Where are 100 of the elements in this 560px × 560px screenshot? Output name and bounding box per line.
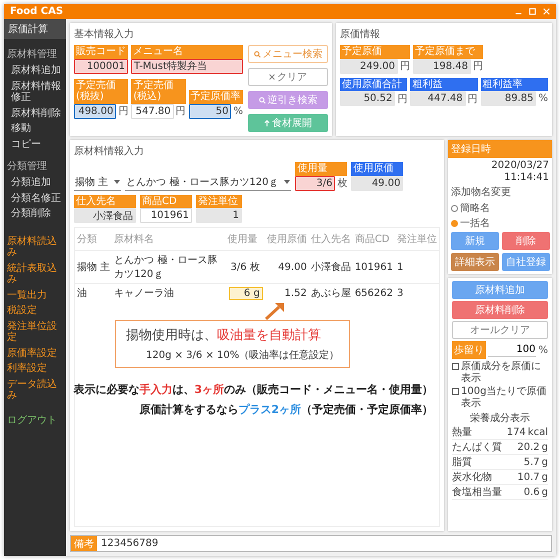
unit-label: 円: [118, 105, 128, 118]
table-cell: 1: [395, 250, 439, 284]
field-label: 備考: [71, 536, 97, 551]
unit-label: 円: [468, 92, 478, 106]
table-cell: 1.52: [264, 284, 309, 302]
field-label: 仕入先名: [74, 194, 136, 208]
table-cell: あぶら屋: [308, 284, 353, 302]
card-title: 原価情報: [340, 28, 381, 41]
field-label: 歩留り: [452, 341, 486, 359]
nutrient-name: 食塩相当量: [452, 487, 502, 499]
value-field[interactable]: 547.80: [131, 104, 174, 118]
value-field[interactable]: 100001: [74, 58, 128, 74]
checkbox-option[interactable]: 100g当たりで原価表示: [452, 386, 548, 409]
radio-option[interactable]: 一括名: [451, 216, 549, 230]
nutrient-value: 10.7: [517, 472, 540, 484]
close-icon: [269, 74, 275, 80]
nutrient-name: たんぱく質: [452, 442, 502, 454]
sidebar-link[interactable]: 原価率設定: [4, 346, 66, 360]
value-field[interactable]: 101961: [140, 208, 192, 223]
sidebar-item[interactable]: 原材料情報修正: [4, 80, 66, 104]
caret-icon: [284, 180, 290, 184]
table-cell: 小澤食品: [308, 250, 353, 284]
checkbox-option[interactable]: 原価成分を原価に表示: [452, 361, 548, 384]
nutrient-value: 0.6: [524, 487, 540, 499]
sidebar-item[interactable]: 移動: [4, 122, 66, 136]
logout-link[interactable]: ログアウト: [4, 404, 66, 426]
sidebar-group-title: 原材料管理: [6, 48, 58, 62]
sidebar-link[interactable]: 統計表取込み: [4, 262, 66, 286]
field-label: 発注単位: [196, 194, 242, 208]
nutrition-title: 栄養成分表示: [469, 412, 531, 425]
column-header: 商品CD: [352, 228, 395, 250]
action-button[interactable]: オールクリア: [452, 321, 548, 339]
ingredient-select[interactable]: とんかつ 極・ロース豚カツ120ｇ: [125, 174, 292, 190]
unit-label: 枚: [337, 176, 348, 190]
note-text: 原価計算をするならプラス2ヶ所（予定売価・予定原価率）: [139, 402, 433, 417]
unit-label: %: [538, 93, 548, 104]
table-cell: 101961: [352, 250, 395, 284]
unit-label: kcal: [528, 427, 548, 439]
category-select[interactable]: 揚物 主: [74, 174, 122, 190]
table-cell: 49.00: [264, 250, 309, 284]
sidebar-link[interactable]: 原材料読込み: [4, 234, 66, 260]
nutrient-name: 脂質: [452, 457, 472, 469]
value-field[interactable]: 50: [188, 104, 232, 118]
additive-label: 添加物名変更: [450, 186, 512, 199]
column-header: 分類: [75, 228, 112, 250]
caret-icon: [114, 180, 120, 184]
value-field: 198.48: [413, 58, 471, 74]
field-label: 予定原価率: [188, 90, 243, 104]
sidebar-link[interactable]: 一覧出力: [4, 288, 66, 302]
column-header: 仕入先名: [308, 228, 353, 250]
field-label: 予定売価(税込): [131, 78, 186, 104]
sidebar-item[interactable]: 原材料追加: [4, 64, 66, 78]
sidebar-item[interactable]: 原材料削除: [4, 106, 66, 120]
sidebar-link[interactable]: 税設定: [4, 304, 66, 318]
unit-label: 円: [473, 60, 483, 73]
maximize-icon[interactable]: [529, 8, 536, 15]
sidebar-item[interactable]: 分類名修正: [4, 192, 66, 205]
sidebar-link[interactable]: 発注単位設定: [4, 320, 66, 344]
field-label: 登録日時: [448, 140, 552, 158]
nutrient-value: 5.7: [524, 457, 540, 469]
sidebar-group-title: 分類管理: [6, 160, 48, 174]
unit-label: %: [538, 344, 548, 356]
field-label: 使用原価合計: [340, 78, 408, 91]
sidebar-item[interactable]: 分類追加: [4, 176, 66, 190]
column-header: 発注単位: [395, 228, 439, 250]
table-cell: 6 g: [226, 284, 265, 302]
action-button[interactable]: クリア: [248, 68, 328, 86]
remarks-field[interactable]: 備考 123456789: [70, 535, 552, 552]
sidebar-link[interactable]: データ読込み: [4, 378, 66, 402]
note-text: 表示に必要な手入力は、3ヶ所のみ（販売コード・メニュー名・使用量）: [73, 382, 433, 397]
unit-label: 円: [400, 60, 410, 73]
table-cell: とんかつ 極・ロース豚カツ120ｇ: [112, 250, 226, 284]
formula-text: 120g × 3/6 × 10%（吸油率は任意設定）: [145, 348, 340, 362]
value-field[interactable]: 49.00: [351, 176, 404, 190]
arrow-icon: [265, 302, 285, 320]
nutrient-value: 174: [506, 427, 526, 439]
field-label: 予定売価(税抜): [74, 78, 128, 104]
field-label: メニュー名: [131, 45, 243, 58]
sidebar-item[interactable]: 分類削除: [4, 207, 66, 220]
nutrient-name: 炭水化物: [452, 472, 492, 484]
value-field[interactable]: T-Must特製弁当: [131, 58, 243, 74]
yield-field[interactable]: 100: [488, 343, 536, 357]
field-label: 粗利益率: [480, 78, 548, 91]
field-label: 予定原価: [340, 45, 410, 58]
table-cell: 揚物 主: [75, 250, 112, 284]
value-field[interactable]: 498.00: [74, 104, 116, 118]
value-field[interactable]: 小澤食品: [74, 208, 136, 223]
sidebar-header: 原価計算: [4, 19, 66, 39]
sidebar-item[interactable]: コピー: [4, 138, 66, 151]
nutrient-value: 20.2: [517, 442, 540, 454]
sidebar-link[interactable]: 利率設定: [4, 362, 66, 376]
unit-label: 円: [176, 105, 186, 118]
radio-option[interactable]: 簡略名: [451, 201, 549, 215]
unit-label: g: [542, 472, 548, 484]
card-title: 基本情報入力: [74, 28, 135, 41]
close-icon[interactable]: [543, 8, 550, 15]
field-label: 粗利益: [410, 78, 478, 91]
value-field[interactable]: 1: [196, 208, 242, 223]
value-field: 50.52: [340, 91, 396, 106]
value-field[interactable]: 3/6: [295, 176, 336, 190]
